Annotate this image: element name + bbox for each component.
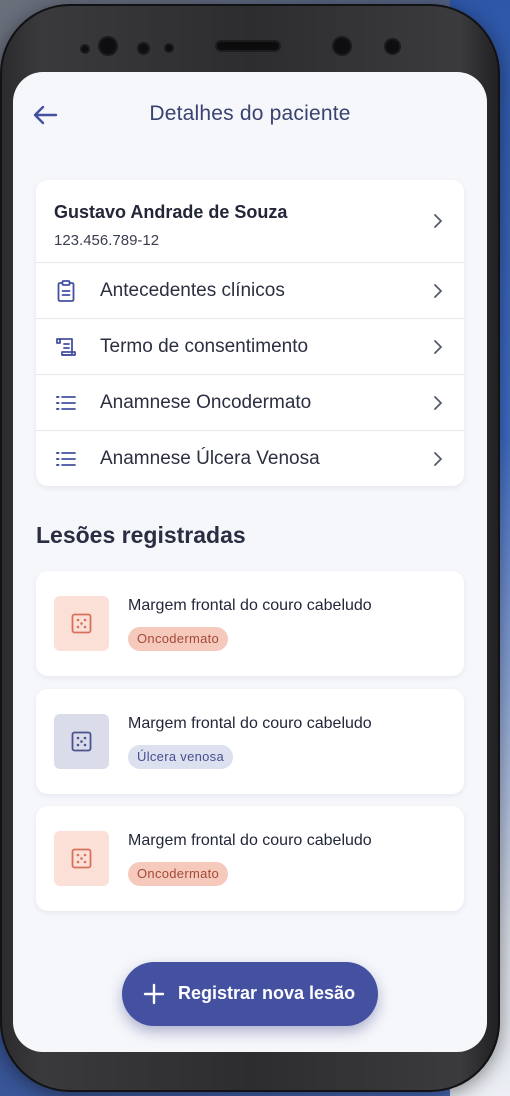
chevron-right-icon [434, 452, 442, 466]
lesion-type-tag: Úlcera venosa [128, 745, 233, 769]
sensor-dot [82, 46, 88, 52]
lesion-title: Margem frontal do couro cabeludo [128, 715, 372, 732]
patient-details-card: Gustavo Andrade de Souza 123.456.789-12 … [36, 180, 464, 486]
menu-item-antecedentes[interactable]: Antecedentes clínicos [36, 263, 464, 319]
sensor-dot [166, 45, 172, 51]
plus-icon [143, 983, 165, 1005]
lesion-card[interactable]: Margem frontal do couro cabeludo Úlcera … [36, 689, 464, 794]
lesion-thumbnail [54, 596, 109, 651]
phone-frame: Detalhes do paciente Gustavo Andrade de … [0, 4, 500, 1092]
dice-icon [71, 731, 92, 752]
lesion-thumbnail [54, 831, 109, 886]
list-icon [56, 452, 76, 466]
dice-icon [71, 613, 92, 634]
chevron-right-icon [434, 396, 442, 410]
menu-item-termo[interactable]: Termo de consentimento [36, 319, 464, 375]
menu-item-label: Termo de consentimento [100, 336, 309, 357]
phone-top-bezel [70, 32, 420, 62]
menu-item-label: Anamnese Oncodermato [100, 392, 312, 413]
chevron-right-icon [434, 284, 442, 298]
patient-document: 123.456.789-12 [54, 232, 160, 249]
earpiece-speaker [217, 42, 279, 50]
scroll-document-icon [56, 338, 76, 356]
lesion-card[interactable]: Margem frontal do couro cabeludo Oncoder… [36, 571, 464, 676]
patient-info-row[interactable]: Gustavo Andrade de Souza 123.456.789-12 [36, 180, 464, 263]
register-lesion-button[interactable]: Registrar nova lesão [122, 962, 378, 1026]
lesion-title: Margem frontal do couro cabeludo [128, 597, 372, 614]
phone-bottom-bezel [0, 1052, 500, 1092]
secondary-camera-icon [386, 40, 399, 53]
dice-icon [71, 848, 92, 869]
patient-name: Gustavo Andrade de Souza [54, 202, 288, 222]
lesion-type-tag: Oncodermato [128, 627, 229, 651]
app-screen: Detalhes do paciente Gustavo Andrade de … [13, 72, 487, 1052]
lesion-thumbnail [54, 714, 109, 769]
top-app-bar: Detalhes do paciente [13, 72, 487, 160]
section-title: Lesões registradas [36, 522, 246, 548]
chevron-right-icon [434, 214, 442, 228]
page-title: Detalhes do paciente [149, 102, 351, 125]
clipboard-icon [57, 280, 75, 302]
front-camera-icon [100, 38, 116, 54]
menu-item-anamnese-ulcera[interactable]: Anamnese Úlcera Venosa [36, 431, 464, 486]
list-icon [56, 396, 76, 410]
proximity-sensor [334, 38, 350, 54]
chevron-right-icon [434, 340, 442, 354]
menu-item-label: Anamnese Úlcera Venosa [100, 448, 320, 469]
menu-item-label: Antecedentes clínicos [100, 280, 285, 301]
register-lesion-label: Registrar nova lesão [178, 983, 356, 1003]
lesion-title: Margem frontal do couro cabeludo [128, 832, 372, 849]
lesion-type-tag: Oncodermato [128, 862, 229, 886]
lesion-card[interactable]: Margem frontal do couro cabeludo Oncoder… [36, 806, 464, 911]
menu-item-anamnese-oncodermato[interactable]: Anamnese Oncodermato [36, 375, 464, 431]
sensor-dot [139, 44, 148, 53]
